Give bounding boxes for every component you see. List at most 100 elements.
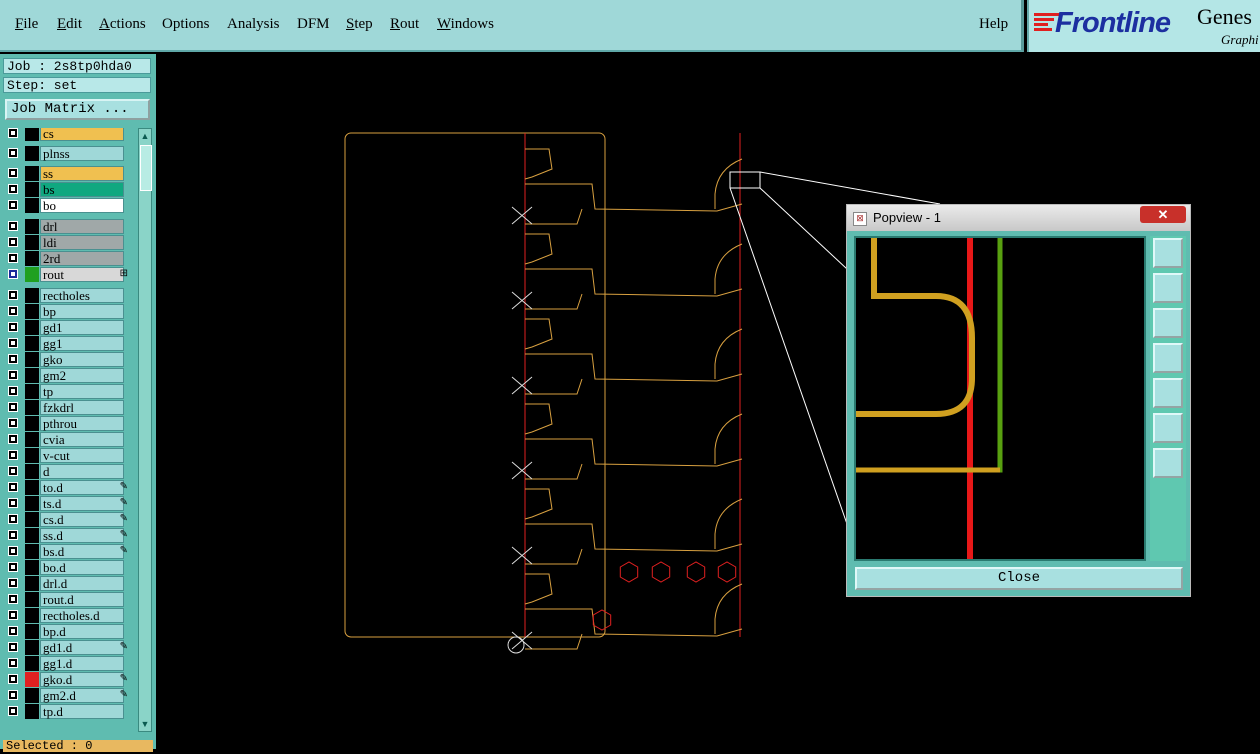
layer-checkbox[interactable]: [8, 610, 18, 620]
layer-name[interactable]: pthrou: [40, 416, 124, 431]
layer-row[interactable]: drl.d: [4, 576, 130, 592]
layer-checkbox[interactable]: [8, 514, 18, 524]
layer-checkbox[interactable]: [8, 546, 18, 556]
layer-name[interactable]: to.d: [40, 480, 124, 495]
layer-checkbox[interactable]: [8, 706, 18, 716]
layer-name[interactable]: cs: [40, 128, 124, 141]
layer-name[interactable]: 2rd: [40, 251, 124, 266]
layer-name[interactable]: gg1.d: [40, 656, 124, 671]
pan-up-icon[interactable]: [1153, 273, 1183, 303]
layer-row[interactable]: rectholes: [4, 288, 130, 304]
layer-name[interactable]: drl: [40, 219, 124, 234]
popview-titlebar[interactable]: ⊠ Popview - 1 ✕: [847, 205, 1190, 231]
layer-name[interactable]: plnss: [40, 146, 124, 161]
layer-row[interactable]: rectholes.d: [4, 608, 130, 624]
zoom-window-icon[interactable]: [1153, 238, 1183, 268]
layer-row[interactable]: 2rd: [4, 251, 130, 267]
layer-name[interactable]: v-cut: [40, 448, 124, 463]
layer-name[interactable]: ss: [40, 166, 124, 181]
layer-checkbox[interactable]: [8, 237, 18, 247]
layer-row[interactable]: gd1.d ✎: [4, 640, 130, 656]
layer-name[interactable]: ts.d: [40, 496, 124, 511]
layer-name[interactable]: ldi: [40, 235, 124, 250]
layer-color-swatch[interactable]: [25, 608, 39, 623]
menu-options[interactable]: Options: [162, 16, 210, 33]
layer-color-swatch[interactable]: [25, 448, 39, 463]
layer-row[interactable]: gm2.d ✎: [4, 688, 130, 704]
layer-checkbox[interactable]: [8, 578, 18, 588]
layer-name[interactable]: tp: [40, 384, 124, 399]
layer-row[interactable]: gg1.d: [4, 656, 130, 672]
layer-checkbox[interactable]: [8, 642, 18, 652]
layer-row[interactable]: cvia: [4, 432, 130, 448]
layer-row[interactable]: bo: [4, 198, 130, 214]
layer-name[interactable]: rectholes.d: [40, 608, 124, 623]
layer-checkbox[interactable]: [8, 200, 18, 210]
layer-checkbox[interactable]: [8, 148, 18, 158]
menu-file[interactable]: File: [15, 16, 38, 33]
layer-name[interactable]: rectholes: [40, 288, 124, 303]
layer-checkbox[interactable]: [8, 168, 18, 178]
layer-row[interactable]: gg1: [4, 336, 130, 352]
layer-color-swatch[interactable]: [25, 512, 39, 527]
layer-color-swatch[interactable]: [25, 592, 39, 607]
layer-row[interactable]: to.d ✎: [4, 480, 130, 496]
layer-checkbox[interactable]: [8, 690, 18, 700]
layer-color-swatch[interactable]: [25, 267, 39, 282]
layer-color-swatch[interactable]: [25, 352, 39, 367]
menu-edit[interactable]: Edit: [57, 16, 82, 33]
layer-color-swatch[interactable]: [25, 384, 39, 399]
layer-row[interactable]: ts.d ✎: [4, 496, 130, 512]
layer-row[interactable]: d: [4, 464, 130, 480]
layer-row[interactable]: cs.d ✎: [4, 512, 130, 528]
layer-checkbox[interactable]: [8, 128, 18, 138]
layer-checkbox[interactable]: [8, 626, 18, 636]
layer-color-swatch[interactable]: [25, 624, 39, 639]
layer-checkbox[interactable]: [8, 450, 18, 460]
layer-row[interactable]: bo.d: [4, 560, 130, 576]
layer-color-swatch[interactable]: [25, 464, 39, 479]
layer-color-swatch[interactable]: [25, 528, 39, 543]
layer-checkbox[interactable]: [8, 530, 18, 540]
layer-color-swatch[interactable]: [25, 704, 39, 719]
layer-name[interactable]: rout.d: [40, 592, 124, 607]
layer-checkbox[interactable]: [8, 253, 18, 263]
close-button[interactable]: Close: [855, 567, 1183, 590]
layer-row[interactable]: ss: [4, 166, 130, 182]
layer-row[interactable]: fzkdrl: [4, 400, 130, 416]
layer-name[interactable]: bp.d: [40, 624, 124, 639]
layer-color-swatch[interactable]: [25, 320, 39, 335]
layer-color-swatch[interactable]: [25, 368, 39, 383]
layer-color-swatch[interactable]: [25, 198, 39, 213]
layer-color-swatch[interactable]: [25, 544, 39, 559]
layer-checkbox[interactable]: [8, 184, 18, 194]
layer-color-swatch[interactable]: [25, 416, 39, 431]
layer-row[interactable]: cs: [4, 128, 130, 142]
layer-color-swatch[interactable]: [25, 576, 39, 591]
layer-row[interactable]: rout.d: [4, 592, 130, 608]
pan-right-icon[interactable]: [1153, 378, 1183, 408]
layer-checkbox[interactable]: [8, 290, 18, 300]
layer-checkbox[interactable]: [8, 386, 18, 396]
layer-name[interactable]: bs.d: [40, 544, 124, 559]
layer-checkbox[interactable]: [8, 322, 18, 332]
layer-name[interactable]: gko.d: [40, 672, 124, 687]
layer-color-swatch[interactable]: [25, 251, 39, 266]
layer-row[interactable]: v-cut: [4, 448, 130, 464]
layer-name[interactable]: drl.d: [40, 576, 124, 591]
layer-row[interactable]: gko.d ✎: [4, 672, 130, 688]
layer-row[interactable]: rout ⊞: [4, 267, 130, 283]
layer-checkbox[interactable]: [8, 658, 18, 668]
layer-color-swatch[interactable]: [25, 688, 39, 703]
layer-color-swatch[interactable]: [25, 560, 39, 575]
layer-checkbox[interactable]: [8, 466, 18, 476]
layer-checkbox[interactable]: [8, 418, 18, 428]
layer-row[interactable]: ldi: [4, 235, 130, 251]
layer-checkbox[interactable]: [8, 482, 18, 492]
layer-name[interactable]: bo.d: [40, 560, 124, 575]
layer-color-swatch[interactable]: [25, 166, 39, 181]
layer-color-swatch[interactable]: [25, 656, 39, 671]
layer-checkbox[interactable]: [8, 338, 18, 348]
layer-checkbox[interactable]: [8, 498, 18, 508]
layer-name[interactable]: bs: [40, 182, 124, 197]
